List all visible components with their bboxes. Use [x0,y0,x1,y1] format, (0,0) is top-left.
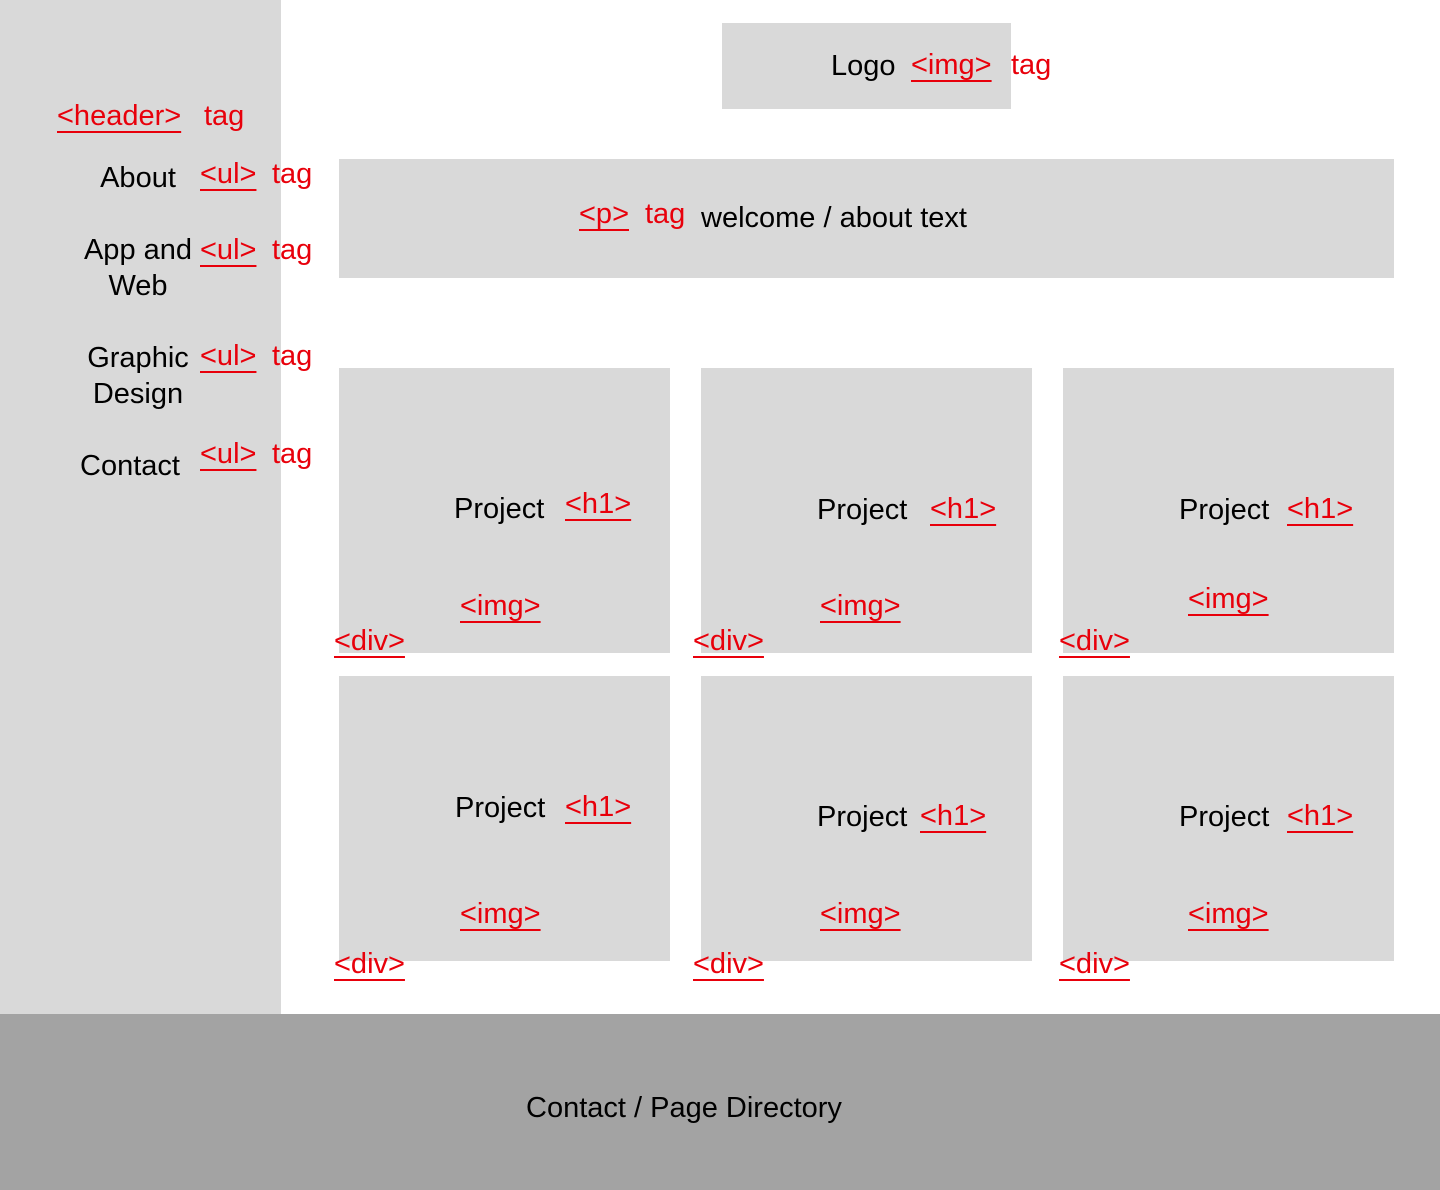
nav-item-label-line2: Web [108,270,168,302]
nav-ul-tag-suffix: tag [272,438,313,470]
nav-item-label: About [100,162,176,194]
img-tag-annotation: <img> [1188,583,1269,615]
sidebar-header [0,0,281,1014]
nav-ul-tag-annotation: <ul> [200,158,257,190]
project-title: Project [454,493,545,525]
nav-ul-tag-annotation: <ul> [200,438,257,470]
nav-item-app-and-web[interactable]: App and Web [68,232,208,304]
div-tag-annotation: <div> [693,625,764,657]
project-title: Project [817,801,908,833]
img-tag-annotation: <img> [820,590,901,622]
p-tag-annotation: <p> [579,198,629,230]
nav-item-label-line1: Graphic [87,342,189,374]
nav-item-contact[interactable]: Contact [60,448,200,484]
h1-tag-annotation: <h1> [930,493,997,525]
logo-img-tag-suffix: tag [1011,49,1052,81]
div-tag-annotation: <div> [693,948,764,980]
nav-ul-tag-suffix: tag [272,234,313,266]
img-tag-annotation: <img> [820,898,901,930]
project-title: Project [1179,494,1270,526]
h1-tag-annotation: <h1> [565,488,632,520]
img-tag-annotation: <img> [460,898,541,930]
logo-label: Logo [831,50,896,82]
project-title: Project [817,494,908,526]
welcome-text: welcome / about text [701,202,967,234]
h1-tag-annotation: <h1> [1287,800,1354,832]
nav-item-label-line1: App and [83,234,193,266]
nav-item-graphic-design[interactable]: Graphic Design [68,340,208,412]
nav-ul-tag-suffix: tag [272,340,313,372]
div-tag-annotation: <div> [334,625,405,657]
img-tag-annotation: <img> [460,590,541,622]
project-title: Project [455,792,546,824]
div-tag-annotation: <div> [334,948,405,980]
nav-ul-tag-annotation: <ul> [200,234,257,266]
img-tag-annotation: <img> [1188,898,1269,930]
div-tag-annotation: <div> [1059,948,1130,980]
header-tag-annotation: <header> [57,100,182,132]
p-tag-suffix: tag [645,198,686,230]
h1-tag-annotation: <h1> [1287,493,1354,525]
h1-tag-annotation: <h1> [920,800,987,832]
nav-item-about[interactable]: About [68,160,208,196]
nav-item-label: Contact [80,450,180,482]
div-tag-annotation: <div> [1059,625,1130,657]
project-title: Project [1179,801,1270,833]
nav-item-label-line2: Design [92,378,184,410]
h1-tag-annotation: <h1> [565,791,632,823]
header-tag-suffix: tag [204,100,245,132]
nav-ul-tag-annotation: <ul> [200,340,257,372]
footer-text[interactable]: Contact / Page Directory [526,1090,842,1126]
logo-img-tag-annotation: <img> [911,49,992,81]
nav-ul-tag-suffix: tag [272,158,313,190]
